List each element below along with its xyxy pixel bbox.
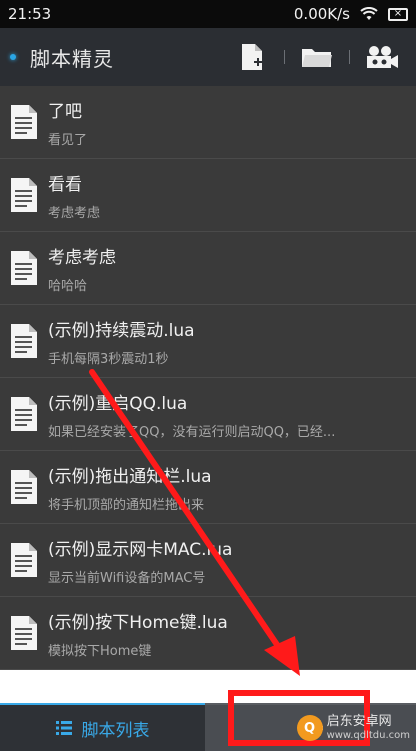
watermark-text: 启东安卓网 www.qdltdu.com bbox=[326, 714, 410, 741]
script-item[interactable]: (示例)重启QQ.lua 如果已经安装了QQ，没有运行则启动QQ，已经... bbox=[0, 378, 416, 451]
script-title: (示例)显示网卡MAC.lua bbox=[48, 539, 233, 560]
list-icon bbox=[55, 721, 72, 735]
wifi-icon bbox=[360, 7, 378, 20]
script-description: 显示当前Wifi设备的MAC号 bbox=[48, 570, 206, 586]
script-text: (示例)拖出通知栏.lua 将手机顶部的通知栏拖出来 bbox=[48, 462, 212, 513]
status-dot-icon bbox=[10, 54, 16, 60]
toolbar-divider bbox=[284, 50, 285, 64]
open-folder-button[interactable] bbox=[297, 37, 337, 77]
battery-icon: × bbox=[388, 7, 408, 21]
script-description: 考虑考虑 bbox=[48, 205, 101, 221]
watermark-name: 启东安卓网 bbox=[326, 714, 392, 730]
header-toolbar bbox=[232, 28, 402, 86]
script-description: 将手机顶部的通知栏拖出来 bbox=[48, 497, 205, 513]
watermark: Q 启东安卓网 www.qdltdu.com bbox=[296, 714, 410, 741]
script-file-icon bbox=[11, 616, 37, 650]
script-text: (示例)持续震动.lua 手机每隔3秒震动1秒 bbox=[48, 316, 195, 367]
script-text: 看看 考虑考虑 bbox=[48, 170, 100, 221]
script-file-icon bbox=[11, 251, 37, 285]
script-file-icon bbox=[11, 543, 37, 577]
script-file-icon bbox=[11, 470, 37, 504]
script-description: 哈哈哈 bbox=[48, 278, 88, 294]
script-item[interactable]: (示例)持续震动.lua 手机每隔3秒震动1秒 bbox=[0, 305, 416, 378]
script-text: (示例)按下Home键.lua 模拟按下Home键 bbox=[48, 608, 228, 659]
script-file-icon bbox=[11, 397, 37, 431]
script-text: (示例)重启QQ.lua 如果已经安装了QQ，没有运行则启动QQ，已经... bbox=[48, 389, 335, 440]
status-indicators: 0.00K/s × bbox=[294, 5, 408, 23]
script-text: (示例)显示网卡MAC.lua 显示当前Wifi设备的MAC号 bbox=[48, 535, 232, 586]
new-file-icon bbox=[242, 44, 262, 70]
script-title: (示例)持续震动.lua bbox=[48, 320, 195, 341]
app-header: 脚本精灵 bbox=[0, 28, 416, 86]
script-item[interactable]: (示例)显示网卡MAC.lua 显示当前Wifi设备的MAC号 bbox=[0, 524, 416, 597]
script-item[interactable]: (示例)按下Home键.lua 模拟按下Home键 bbox=[0, 597, 416, 670]
folder-icon bbox=[302, 49, 332, 67]
status-time: 21:53 bbox=[8, 5, 52, 23]
script-description: 模拟按下Home键 bbox=[48, 643, 152, 659]
status-bar: 21:53 0.00K/s × bbox=[0, 0, 416, 28]
script-title: (示例)拖出通知栏.lua bbox=[48, 466, 212, 487]
script-item[interactable]: 了吧 看见了 bbox=[0, 86, 416, 159]
record-icon bbox=[367, 46, 398, 68]
script-description: 如果已经安装了QQ，没有运行则启动QQ，已经... bbox=[48, 424, 336, 440]
script-list: 了吧 看见了 看看 考虑考虑 考虑考虑 哈哈哈 (示例)持续震动.lua 手机每… bbox=[0, 86, 416, 670]
tab-script-list[interactable]: 脚本列表 bbox=[0, 703, 205, 751]
script-title: (示例)重启QQ.lua bbox=[48, 393, 188, 414]
script-item[interactable]: 考虑考虑 哈哈哈 bbox=[0, 232, 416, 305]
script-file-icon bbox=[11, 324, 37, 358]
script-title: (示例)按下Home键.lua bbox=[48, 612, 228, 633]
script-text: 考虑考虑 哈哈哈 bbox=[48, 243, 116, 294]
app-title: 脚本精灵 bbox=[30, 46, 114, 71]
script-item[interactable]: 看看 考虑考虑 bbox=[0, 159, 416, 232]
record-button[interactable] bbox=[362, 37, 402, 77]
script-item[interactable]: (示例)拖出通知栏.lua 将手机顶部的通知栏拖出来 bbox=[0, 451, 416, 524]
watermark-url: www.qdltdu.com bbox=[326, 729, 410, 741]
script-text: 了吧 看见了 bbox=[48, 97, 87, 148]
watermark-logo-icon: Q bbox=[296, 715, 323, 741]
script-description: 看见了 bbox=[48, 132, 88, 148]
network-speed: 0.00K/s bbox=[293, 5, 350, 23]
toolbar-divider bbox=[349, 50, 350, 64]
script-file-icon bbox=[11, 105, 37, 139]
list-footer-space bbox=[0, 670, 416, 703]
script-title: 看看 bbox=[48, 174, 82, 195]
new-script-button[interactable] bbox=[232, 37, 272, 77]
script-file-icon bbox=[11, 178, 37, 212]
script-description: 手机每隔3秒震动1秒 bbox=[48, 351, 169, 367]
script-title: 了吧 bbox=[48, 101, 82, 122]
script-title: 考虑考虑 bbox=[48, 247, 116, 268]
tab-script-list-label: 脚本列表 bbox=[81, 720, 150, 741]
